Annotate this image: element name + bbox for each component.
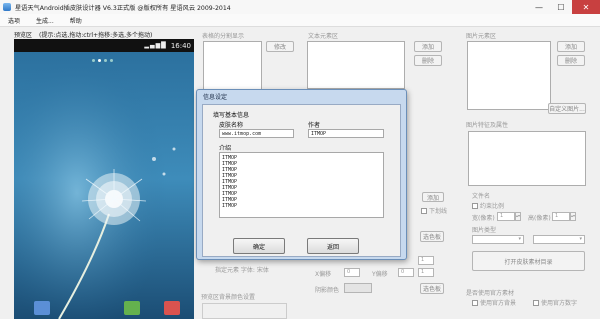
shadow-color-label: 阴影颜色 xyxy=(315,287,340,294)
menu-generate[interactable]: 生成... xyxy=(28,16,62,25)
wallpaper-image xyxy=(14,39,194,319)
text-delete-button[interactable]: 删除 xyxy=(414,55,442,66)
dialog-title: 信息设定 xyxy=(203,94,228,101)
custom-image-button[interactable]: 自定义图片... xyxy=(548,103,586,114)
official-material-label: 是否使用官方素材 xyxy=(466,290,515,297)
height-spinner[interactable]: 1 xyxy=(552,212,570,221)
split-list-title: 表格的分割显示 xyxy=(202,33,245,40)
official-bg-checkbox[interactable]: 使用官方背景 xyxy=(472,298,516,307)
official-num-checkbox[interactable]: 使用官方数字 xyxy=(533,298,577,307)
checkbox-box[interactable] xyxy=(421,207,427,214)
close-button[interactable]: ✕ xyxy=(572,0,600,14)
width-spinner[interactable]: 1 xyxy=(497,212,515,221)
fixed-ratio-label: 约束比例 xyxy=(480,203,505,210)
spinner-b[interactable]: 1 xyxy=(418,268,434,277)
status-bar: ▂▄▆█ 16:40 xyxy=(14,39,194,52)
width-label: 宽(像素) xyxy=(472,215,495,222)
bg-color-group xyxy=(202,303,287,319)
modify-button[interactable]: 修改 xyxy=(266,41,294,52)
fixed-ratio-checkbox[interactable]: 约束比例 xyxy=(472,201,504,210)
window-title: 星语天气Android插皮肤设计器 V6.3正式版 @版权所有 星语风云 200… xyxy=(15,4,231,12)
info-dialog: 信息设定 填写基本信息 皮肤名称 www.itmop.com 作者 ITMOP … xyxy=(196,89,407,260)
status-time: 16:40 xyxy=(170,41,191,50)
checkbox-box[interactable] xyxy=(533,299,539,306)
author-input[interactable]: ITMOP xyxy=(308,129,384,138)
image-delete-button[interactable]: 删除 xyxy=(557,55,585,66)
shadow-color-swatch[interactable] xyxy=(344,283,372,293)
font-hint: 指定元素 字体: 宋体 xyxy=(215,267,269,274)
split-list-box[interactable] xyxy=(203,41,262,90)
official-bg-label: 使用官方背景 xyxy=(480,300,517,307)
text-add2-button[interactable]: 添加 xyxy=(422,192,444,202)
page-indicator xyxy=(92,59,113,62)
x-offset-label: X偏移 xyxy=(315,271,332,278)
text-elem-list[interactable] xyxy=(307,41,405,89)
checkbox-box[interactable] xyxy=(472,299,478,306)
image-props-title: 图片特征及属性 xyxy=(466,122,509,129)
signal-icon: ▂▄▆█ xyxy=(144,42,167,49)
image-elem-title: 图片元素区 xyxy=(466,33,497,40)
page-dot xyxy=(104,59,107,62)
x-offset-spinner[interactable]: 0 xyxy=(344,268,360,277)
checkbox-box[interactable] xyxy=(472,202,478,209)
height-spinner-arrows[interactable]: ▴▾ xyxy=(570,212,576,221)
menu-options[interactable]: 选项 xyxy=(0,16,28,25)
underline-label: 下划线 xyxy=(429,208,448,215)
intro-textarea[interactable]: ITMOP ITMOP ITMOP ITMOP ITMOP ITMOP ITMO… xyxy=(219,152,384,218)
y-offset-label: Y偏移 xyxy=(372,271,388,278)
page-dot xyxy=(92,59,95,62)
app-icon xyxy=(3,3,11,11)
image-props-preview xyxy=(468,131,586,186)
underline-checkbox[interactable]: 下划线 xyxy=(421,206,447,215)
image-format-select[interactable]: ▾ xyxy=(533,235,585,244)
author-label: 作者 xyxy=(308,122,321,129)
image-type-label: 图片类型 xyxy=(472,227,497,234)
dialog-body: 填写基本信息 皮肤名称 www.itmop.com 作者 ITMOP 介绍 IT… xyxy=(202,104,401,257)
spinner-a[interactable]: 1 xyxy=(418,256,434,265)
open-skin-folder-button[interactable]: 打开皮肤素材目录 xyxy=(472,251,585,271)
page-dot xyxy=(98,59,101,62)
official-num-label: 使用官方数字 xyxy=(541,300,578,307)
height-label: 高(像素) xyxy=(528,215,551,222)
text-add-button[interactable]: 添加 xyxy=(414,41,442,52)
minimize-button[interactable]: — xyxy=(528,0,550,14)
menu-help[interactable]: 帮助 xyxy=(62,16,90,25)
text-elem-title: 文本元素区 xyxy=(308,33,339,40)
bg-color-setting-label: 预览区背景颜色设置 xyxy=(201,294,256,301)
skin-name-label: 皮肤名称 xyxy=(219,122,244,129)
title-bar: 星语天气Android插皮肤设计器 V6.3正式版 @版权所有 星语风云 200… xyxy=(0,0,600,14)
y-offset-spinner[interactable]: 0 xyxy=(398,268,414,277)
phone-preview[interactable]: ▂▄▆█ 16:40 xyxy=(14,39,194,319)
image-elem-list[interactable] xyxy=(467,41,551,110)
skin-name-input[interactable]: www.itmop.com xyxy=(219,129,294,138)
preview-label: 预览区 xyxy=(14,32,33,39)
image-add-button[interactable]: 添加 xyxy=(557,41,585,52)
shadow-color-button[interactable]: 选色板 xyxy=(420,283,444,294)
menu-bar: 选项 生成... 帮助 xyxy=(0,14,600,27)
preview-hint: (提示:点选,拖动:ctrl+拖移:多选,多个拖动) xyxy=(39,32,153,39)
maximize-button[interactable]: ☐ xyxy=(550,0,572,14)
image-type-select[interactable]: ▾ xyxy=(472,235,524,244)
text-color-button[interactable]: 选色板 xyxy=(420,231,444,242)
cancel-button[interactable]: 返回 xyxy=(307,238,359,254)
page-dot xyxy=(110,59,113,62)
file-name-label: 文件名 xyxy=(472,193,491,200)
intro-label: 介绍 xyxy=(219,145,232,152)
section-label: 填写基本信息 xyxy=(213,112,250,119)
ok-button[interactable]: 确定 xyxy=(233,238,285,254)
width-spinner-arrows[interactable]: ▴▾ xyxy=(515,212,521,221)
